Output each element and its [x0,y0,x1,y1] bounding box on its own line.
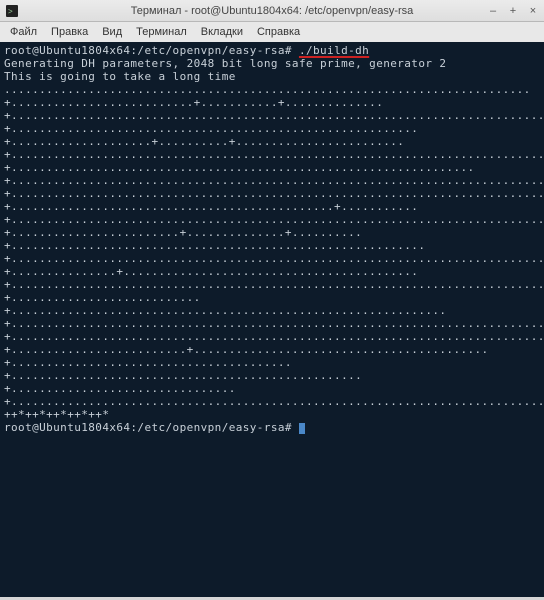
prompt-line-1: root@Ubuntu1804x64:/etc/openvpn/easy-rsa… [4,44,369,57]
prompt-line-2: root@Ubuntu1804x64:/etc/openvpn/easy-rsa… [4,421,305,434]
window-title: Терминал - root@Ubuntu1804x64: /etc/open… [131,5,414,17]
shell-prompt: root@Ubuntu1804x64:/etc/openvpn/easy-rsa… [4,44,299,57]
svg-text:>: > [8,7,13,16]
terminal-body[interactable]: root@Ubuntu1804x64:/etc/openvpn/easy-rsa… [0,42,544,597]
window-controls: – + × [486,4,540,18]
menu-tabs[interactable]: Вкладки [195,24,249,40]
dh-progress-dots: ........................................… [4,83,544,421]
maximize-button[interactable]: + [506,4,520,18]
menu-file[interactable]: Файл [4,24,43,40]
menu-terminal[interactable]: Терминал [130,24,193,40]
menu-view[interactable]: Вид [96,24,128,40]
output-line-1: Generating DH parameters, 2048 bit long … [4,57,446,70]
menu-help[interactable]: Справка [251,24,306,40]
cursor [299,423,305,434]
shell-prompt: root@Ubuntu1804x64:/etc/openvpn/easy-rsa… [4,421,299,434]
terminal-window: > Терминал - root@Ubuntu1804x64: /etc/op… [0,0,544,600]
minimize-button[interactable]: – [486,4,500,18]
titlebar[interactable]: > Терминал - root@Ubuntu1804x64: /etc/op… [0,0,544,22]
entered-command: ./build-dh [299,44,369,57]
menubar: Файл Правка Вид Терминал Вкладки Справка [0,22,544,42]
close-button[interactable]: × [526,4,540,18]
menu-edit[interactable]: Правка [45,24,94,40]
output-line-2: This is going to take a long time [4,70,236,83]
terminal-app-icon: > [6,5,18,17]
